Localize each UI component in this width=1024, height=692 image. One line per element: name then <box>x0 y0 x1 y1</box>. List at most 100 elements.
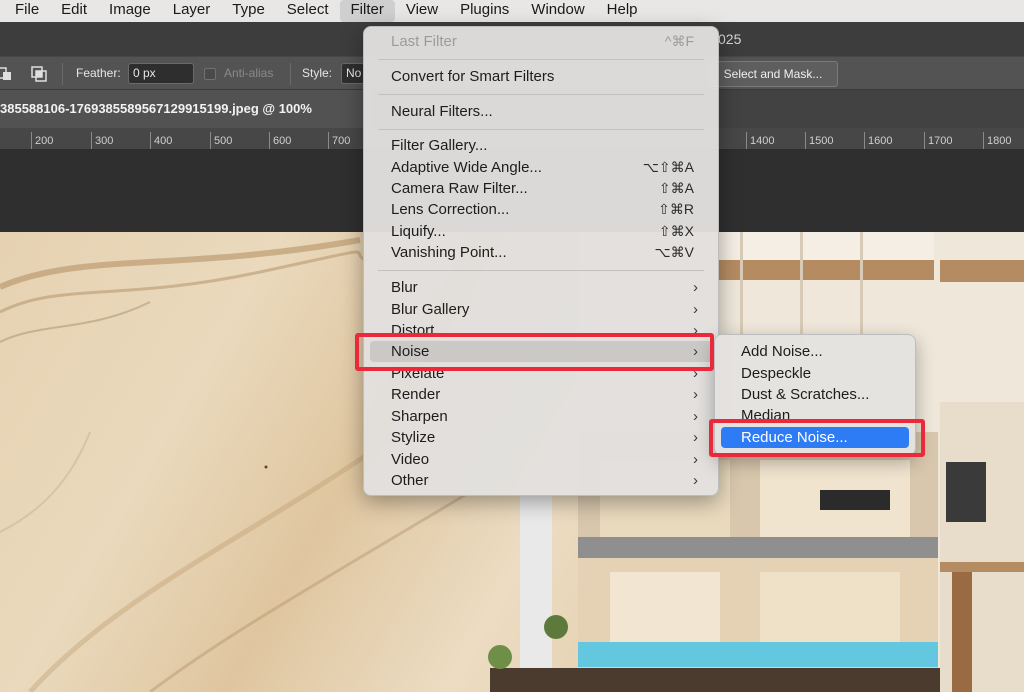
ruler-tick-mark <box>746 132 747 149</box>
menu-separator <box>378 94 704 95</box>
menu-item-camera-raw-filter[interactable]: Camera Raw Filter... ⇧⌘A <box>370 178 712 199</box>
ruler-label: 600 <box>273 135 292 147</box>
menu-item-sharpen[interactable]: Sharpen › <box>370 406 712 427</box>
menu-help[interactable]: Help <box>596 0 649 22</box>
menu-item-lens-correction[interactable]: Lens Correction... ⇧⌘R <box>370 199 712 220</box>
menu-item-stylize[interactable]: Stylize › <box>370 427 712 448</box>
submenu-item-despeckle[interactable]: Despeckle <box>721 363 909 384</box>
menu-file[interactable]: File <box>0 0 50 22</box>
menu-item-render[interactable]: Render › <box>370 384 712 405</box>
menu-filter[interactable]: Filter <box>339 0 395 22</box>
ruler-label: 1700 <box>928 135 953 147</box>
menu-item-blur-gallery[interactable]: Blur Gallery › <box>370 299 712 320</box>
filter-menu-dropdown: Last Filter ^⌘F Convert for Smart Filter… <box>363 26 719 496</box>
ruler-label: 300 <box>95 135 114 147</box>
ruler-label: 400 <box>154 135 173 147</box>
menu-item-filter-gallery[interactable]: Filter Gallery... <box>370 135 712 156</box>
style-select[interactable]: No <box>341 63 365 84</box>
menu-item-shortcut: ⌥⇧⌘A <box>642 159 694 175</box>
menu-item-neural-filters[interactable]: Neural Filters... <box>370 101 712 122</box>
options-divider <box>62 63 63 85</box>
menu-item-label: Filter Gallery... <box>391 137 488 154</box>
submenu-item-label: Despeckle <box>741 365 812 382</box>
reduce-noise-highlight-box <box>709 419 925 457</box>
menu-item-label: Camera Raw Filter... <box>391 180 528 197</box>
menu-item-vanishing-point[interactable]: Vanishing Point... ⌥⌘V <box>370 242 712 263</box>
ruler-label: 1800 <box>987 135 1012 147</box>
menu-separator <box>378 59 704 60</box>
chevron-right-icon: › <box>693 386 698 403</box>
submenu-item-label: Add Noise... <box>741 343 823 360</box>
menu-type[interactable]: Type <box>221 0 276 22</box>
menu-edit[interactable]: Edit <box>50 0 98 22</box>
ruler-tick-mark <box>924 132 925 149</box>
menu-item-shortcut: ⇧⌘A <box>658 180 694 196</box>
menu-item-video[interactable]: Video › <box>370 449 712 470</box>
ruler-tick-mark <box>805 132 806 149</box>
menu-item-shortcut: ⇧⌘X <box>658 223 694 239</box>
menu-item-label: Liquify... <box>391 223 446 240</box>
menu-item-label: Other <box>391 472 429 489</box>
menu-item-shortcut: ^⌘F <box>664 33 694 49</box>
feather-input[interactable]: 0 px <box>128 63 194 84</box>
menu-separator <box>378 270 704 271</box>
submenu-item-add-noise[interactable]: Add Noise... <box>721 341 909 362</box>
menu-item-shortcut: ⇧⌘R <box>658 201 694 217</box>
menu-item-label: Neural Filters... <box>391 103 493 120</box>
chevron-right-icon: › <box>693 279 698 296</box>
menu-item-label: Lens Correction... <box>391 201 510 218</box>
window-title: 025 <box>718 31 742 47</box>
ruler-tick-mark <box>31 132 32 149</box>
menu-item-label: Render <box>391 386 441 403</box>
ruler-tick-mark <box>91 132 92 149</box>
marble-vein <box>149 490 471 692</box>
canvas-dot <box>264 465 268 469</box>
anti-alias-checkbox[interactable] <box>204 68 216 80</box>
intersect-selection-icon[interactable] <box>31 66 47 82</box>
menu-item-liquify[interactable]: Liquify... ⇧⌘X <box>370 221 712 242</box>
ruler-label: 700 <box>332 135 351 147</box>
menu-item-label: Vanishing Point... <box>391 244 507 261</box>
menu-item-other[interactable]: Other › <box>370 470 712 491</box>
ruler-tick-mark <box>864 132 865 149</box>
app-menu-bar: File Edit Image Layer Type Select Filter… <box>0 0 1024 22</box>
feather-label: Feather: <box>76 66 121 80</box>
menu-separator <box>378 129 704 130</box>
marble-vein <box>0 301 151 343</box>
ruler-label: 1500 <box>809 135 834 147</box>
chevron-right-icon: › <box>693 451 698 468</box>
ruler-tick-mark <box>210 132 211 149</box>
menu-image[interactable]: Image <box>98 0 162 22</box>
menu-select[interactable]: Select <box>276 0 340 22</box>
ruler-tick-mark <box>150 132 151 149</box>
menu-window[interactable]: Window <box>520 0 595 22</box>
noise-highlight-box <box>355 333 714 371</box>
document-tab-title: 385588106-1769385589567129915199.jpeg @ … <box>0 101 312 116</box>
menu-item-label: Blur <box>391 279 418 296</box>
ruler-tick-mark <box>269 132 270 149</box>
chevron-right-icon: › <box>693 408 698 425</box>
menu-item-label: Last Filter <box>391 33 457 50</box>
menu-item-label: Video <box>391 451 430 468</box>
submenu-item-dust-scratches[interactable]: Dust & Scratches... <box>721 384 909 405</box>
anti-alias-label: Anti-alias <box>224 66 274 80</box>
menu-item-convert-smart-filters[interactable]: Convert for Smart Filters <box>370 66 712 87</box>
menu-item-last-filter: Last Filter ^⌘F <box>370 31 712 52</box>
ruler-label: 500 <box>214 135 233 147</box>
menu-item-blur[interactable]: Blur › <box>370 277 712 298</box>
chevron-right-icon: › <box>693 472 698 489</box>
marble-vein <box>0 431 91 533</box>
menu-plugins[interactable]: Plugins <box>449 0 520 22</box>
menu-view[interactable]: View <box>395 0 449 22</box>
menu-item-adaptive-wide-angle[interactable]: Adaptive Wide Angle... ⌥⇧⌘A <box>370 157 712 178</box>
document-tab[interactable]: 385588106-1769385589567129915199.jpeg @ … <box>0 90 372 128</box>
select-and-mask-button[interactable]: Select and Mask... <box>708 61 838 87</box>
chevron-right-icon: › <box>693 429 698 446</box>
menu-layer[interactable]: Layer <box>162 0 222 22</box>
menu-item-label: Blur Gallery <box>391 301 470 318</box>
menu-item-shortcut: ⌥⌘V <box>654 244 694 260</box>
menu-item-label: Adaptive Wide Angle... <box>391 159 542 176</box>
menu-item-label: Convert for Smart Filters <box>391 68 555 85</box>
ruler-label: 1600 <box>868 135 893 147</box>
subtract-selection-icon[interactable] <box>0 66 16 82</box>
